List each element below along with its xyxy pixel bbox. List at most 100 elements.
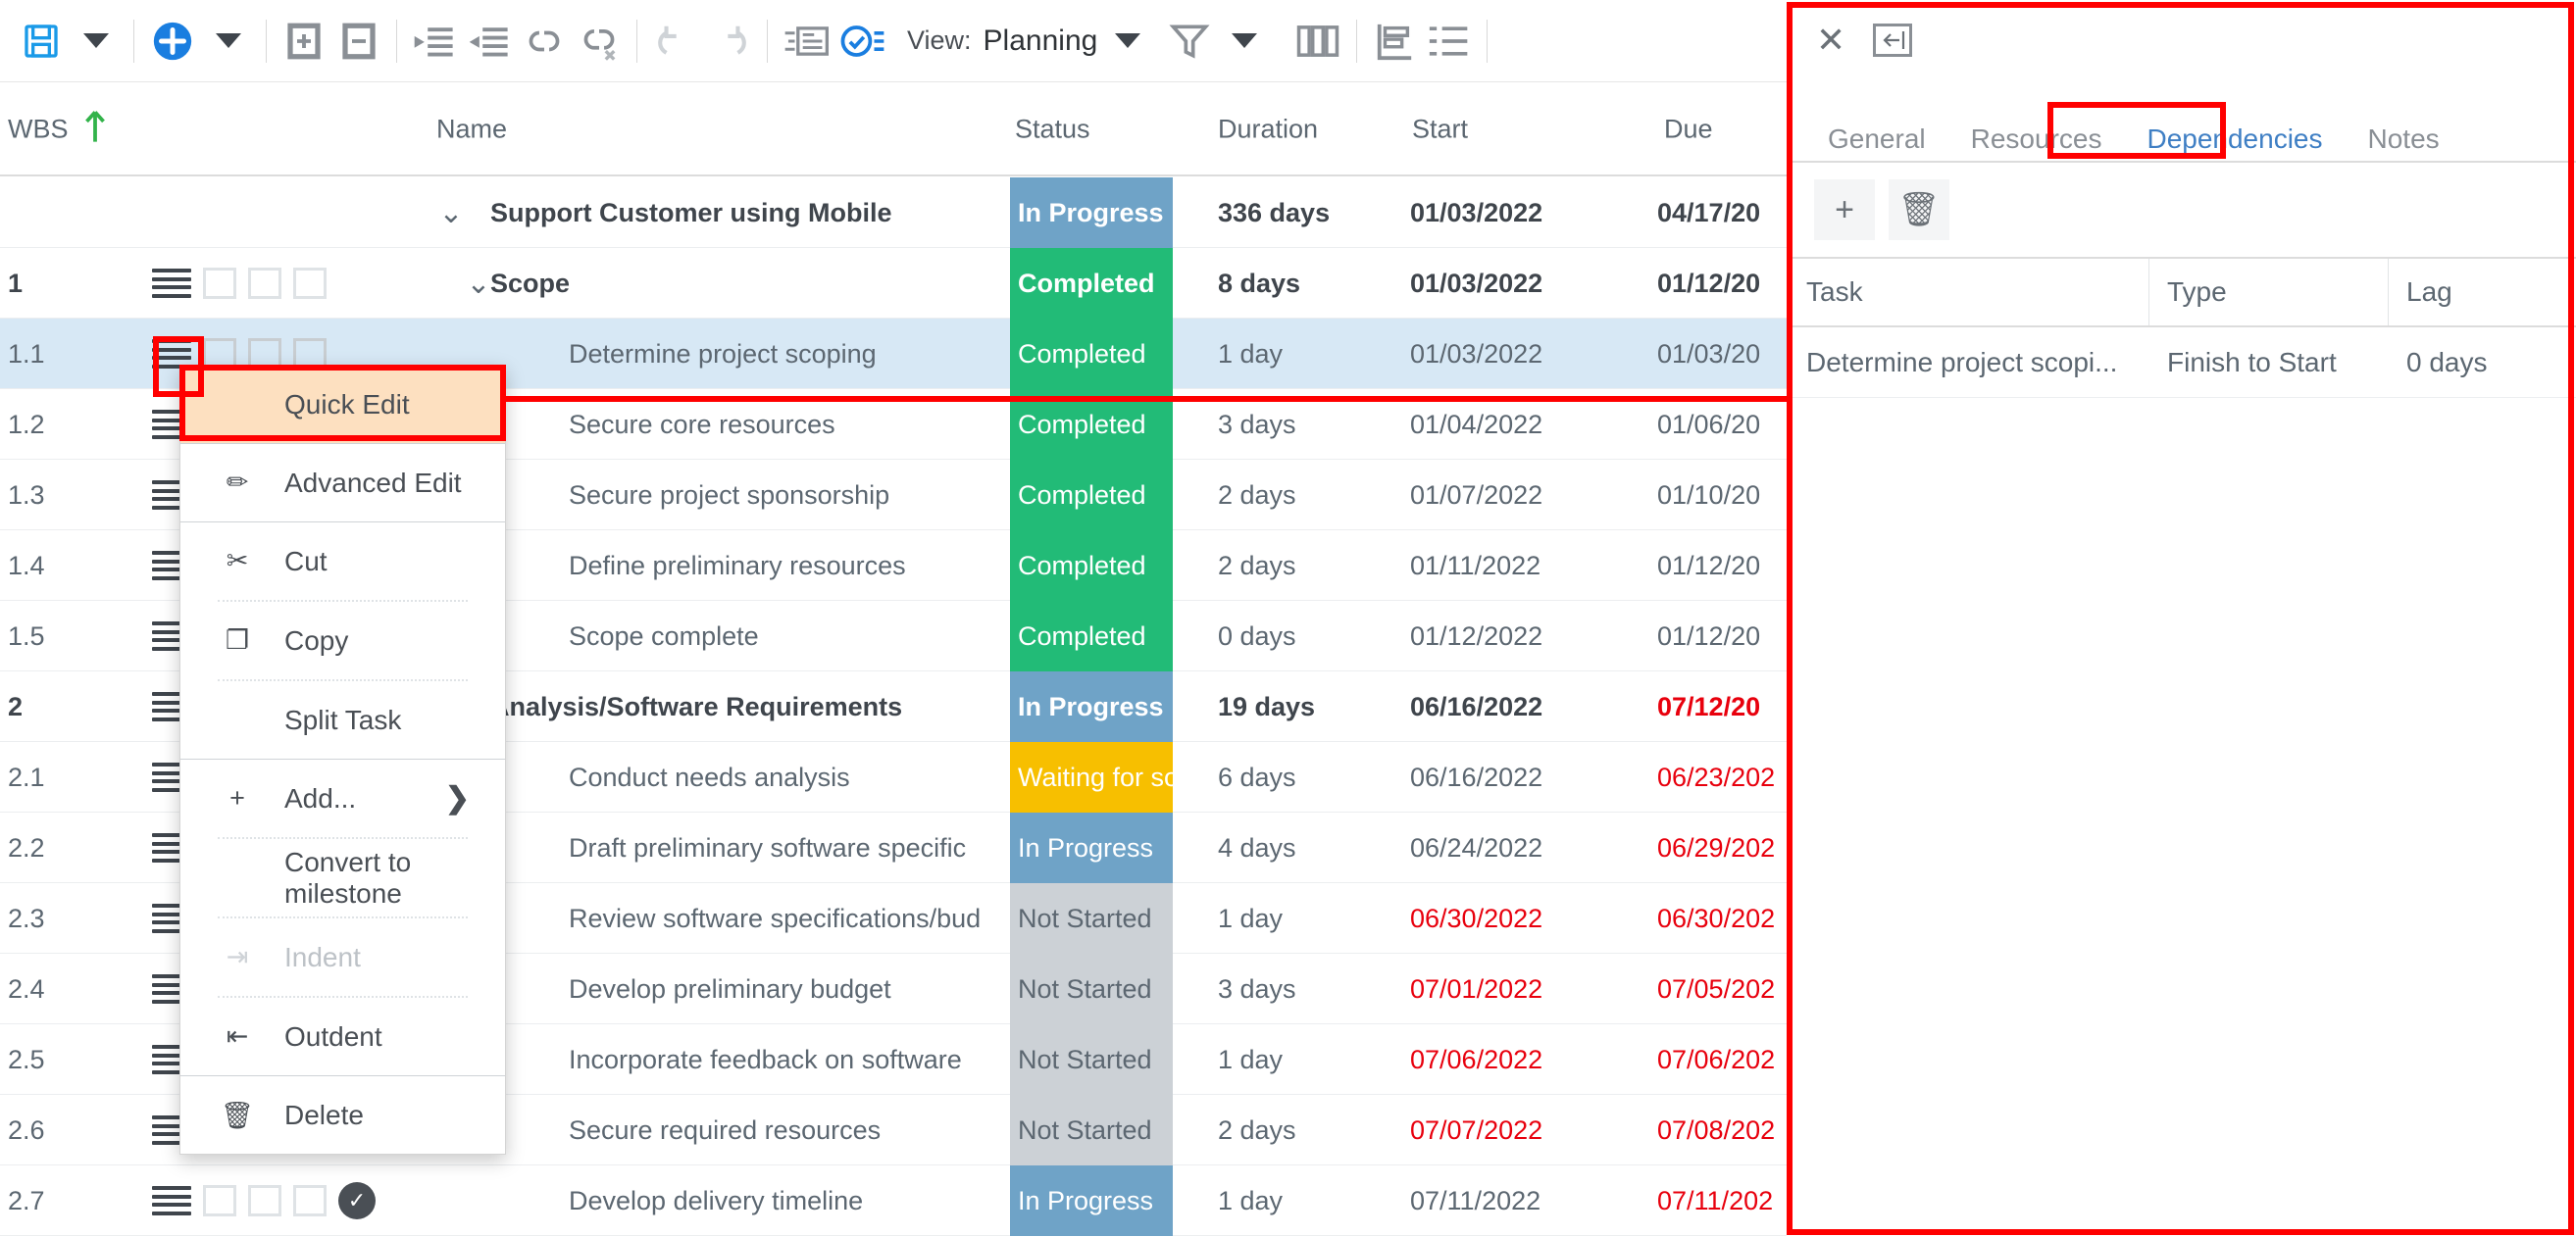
task-complete-icon[interactable]: ✓ <box>338 1182 376 1219</box>
save-button[interactable] <box>14 11 69 72</box>
row-duration[interactable]: 19 days <box>1218 671 1375 742</box>
row-task-name[interactable]: Analysis/Software Requirements <box>490 671 1000 742</box>
row-task-name[interactable]: Draft preliminary software specific <box>569 813 1010 883</box>
dependency-row[interactable]: Determine project scopi... Finish to Star… <box>1789 327 2576 398</box>
row-due-date[interactable]: 06/29/202 <box>1657 813 1787 883</box>
collapse-all-button[interactable] <box>331 11 386 72</box>
row-status-badge[interactable]: Completed <box>1010 460 1173 530</box>
row-status-badge[interactable]: Waiting for some <box>1010 742 1173 813</box>
row-duration[interactable]: 1 day <box>1218 883 1375 954</box>
row-start-date[interactable]: 07/01/2022 <box>1410 954 1621 1024</box>
row-duration[interactable]: 2 days <box>1218 460 1375 530</box>
row-duration[interactable]: 3 days <box>1218 954 1375 1024</box>
row-due-date[interactable]: 04/17/20 <box>1657 177 1787 248</box>
row-due-date[interactable]: 07/05/202 <box>1657 954 1787 1024</box>
column-header-due[interactable]: Due <box>1664 114 1713 144</box>
row-task-name[interactable]: Scope <box>490 248 1000 319</box>
baseline-button[interactable] <box>1367 11 1422 72</box>
collapse-panel-icon[interactable] <box>1873 24 1913 57</box>
row-due-date[interactable]: 07/06/202 <box>1657 1024 1787 1095</box>
row-start-date[interactable]: 06/30/2022 <box>1410 883 1621 954</box>
comment-icon[interactable] <box>248 268 281 299</box>
row-start-date[interactable]: 06/16/2022 <box>1410 671 1621 742</box>
row-status-badge[interactable]: Not Started <box>1010 883 1173 954</box>
menu-item-quick-edit[interactable]: Quick Edit <box>180 366 505 443</box>
tab-notes[interactable]: Notes <box>2350 118 2457 161</box>
row-expand-chevron-icon[interactable]: ⌄ <box>422 177 480 248</box>
row-due-date[interactable]: 01/10/20 <box>1657 460 1787 530</box>
menu-item-delete[interactable]: 🗑 Delete <box>180 1076 505 1154</box>
row-due-date[interactable]: 01/12/20 <box>1657 530 1787 601</box>
grid-icon[interactable] <box>293 1185 327 1216</box>
row-status-badge[interactable]: Not Started <box>1010 1095 1173 1165</box>
view-selector[interactable]: Planning <box>984 25 1141 58</box>
row-status-badge[interactable]: In Progress <box>1010 813 1173 883</box>
row-start-date[interactable]: 07/06/2022 <box>1410 1024 1621 1095</box>
row-task-name[interactable]: Define preliminary resources <box>569 530 1010 601</box>
row-status-badge[interactable]: In Progress <box>1010 1165 1173 1236</box>
unlink-tasks-button[interactable] <box>572 11 627 72</box>
column-header-name[interactable]: Name <box>436 114 507 144</box>
indent-button[interactable] <box>462 11 517 72</box>
column-header-status[interactable]: Status <box>1015 114 1090 144</box>
add-task-button[interactable] <box>144 11 201 72</box>
add-dependency-button[interactable]: + <box>1814 179 1875 240</box>
close-icon[interactable]: ✕ <box>1816 23 1845 58</box>
row-task-name[interactable]: Conduct needs analysis <box>569 742 1010 813</box>
row-task-name[interactable]: Secure required resources <box>569 1095 1010 1165</box>
row-due-date[interactable]: 07/12/20 <box>1657 671 1787 742</box>
row-duration[interactable]: 8 days <box>1218 248 1375 319</box>
row-due-date[interactable]: 07/08/202 <box>1657 1095 1787 1165</box>
menu-item-cut[interactable]: ✂ Cut <box>180 522 505 600</box>
row-status-badge[interactable]: Completed <box>1010 319 1173 389</box>
row-duration[interactable]: 1 day <box>1218 1165 1375 1236</box>
comment-icon[interactable] <box>248 1185 281 1216</box>
row-task-name[interactable]: Review software specifications/bud <box>569 883 1010 954</box>
column-header-start[interactable]: Start <box>1412 114 1468 144</box>
expand-all-button[interactable] <box>277 11 331 72</box>
undo-button[interactable] <box>647 11 702 72</box>
delete-dependency-button[interactable]: 🗑 <box>1889 179 1949 240</box>
row-due-date[interactable]: 01/03/20 <box>1657 319 1787 389</box>
row-status-badge[interactable]: In Progress <box>1010 177 1173 248</box>
notes-button[interactable] <box>778 11 834 72</box>
row-start-date[interactable]: 01/07/2022 <box>1410 460 1621 530</box>
menu-item-split-task[interactable]: Split Task <box>180 681 505 759</box>
row-task-name[interactable]: Determine project scoping <box>569 319 1010 389</box>
row-duration[interactable]: 0 days <box>1218 601 1375 671</box>
save-dropdown-button[interactable] <box>69 11 124 72</box>
row-start-date[interactable]: 01/11/2022 <box>1410 530 1621 601</box>
table-row[interactable]: ⌄ Support Customer using Mobile In Progres… <box>0 177 1787 248</box>
menu-item-advanced-edit[interactable]: ✏ Advanced Edit <box>180 444 505 521</box>
menu-item-outdent[interactable]: ⇤ Outdent <box>180 998 505 1075</box>
row-start-date[interactable]: 01/03/2022 <box>1410 248 1621 319</box>
checklist-button[interactable] <box>834 11 891 72</box>
row-start-date[interactable]: 07/11/2022 <box>1410 1165 1621 1236</box>
filter-button[interactable] <box>1162 11 1217 72</box>
menu-item-add[interactable]: + Add... ❯ <box>180 760 505 837</box>
column-header-duration[interactable]: Duration <box>1218 114 1318 144</box>
row-duration[interactable]: 6 days <box>1218 742 1375 813</box>
row-status-badge[interactable]: Completed <box>1010 248 1173 319</box>
row-start-date[interactable]: 06/24/2022 <box>1410 813 1621 883</box>
tab-dependencies[interactable]: Dependencies <box>2129 118 2340 161</box>
row-duration[interactable]: 1 day <box>1218 319 1375 389</box>
row-status-badge[interactable]: Not Started <box>1010 954 1173 1024</box>
row-duration[interactable]: 2 days <box>1218 530 1375 601</box>
row-duration[interactable]: 1 day <box>1218 1024 1375 1095</box>
row-task-name[interactable]: Scope complete <box>569 601 1010 671</box>
grid-icon[interactable] <box>293 268 327 299</box>
menu-item-copy[interactable]: ❐ Copy <box>180 602 505 679</box>
row-duration[interactable]: 2 days <box>1218 1095 1375 1165</box>
row-duration[interactable]: 336 days <box>1218 177 1375 248</box>
row-status-badge[interactable]: Not Started <box>1010 1024 1173 1095</box>
filter-dropdown-button[interactable] <box>1217 11 1272 72</box>
row-menu-icon[interactable] <box>152 269 191 298</box>
row-task-name[interactable]: Secure project sponsorship <box>569 460 1010 530</box>
menu-item-indent[interactable]: ⇥ Indent <box>180 918 505 996</box>
table-row[interactable]: 2.7 ✓ Develop delivery timeline In Progress… <box>0 1165 1787 1236</box>
row-status-badge[interactable]: Completed <box>1010 601 1173 671</box>
column-header-wbs[interactable]: WBS <box>8 114 69 144</box>
row-start-date[interactable]: 01/03/2022 <box>1410 177 1621 248</box>
row-task-name[interactable]: Develop delivery timeline <box>569 1165 1010 1236</box>
